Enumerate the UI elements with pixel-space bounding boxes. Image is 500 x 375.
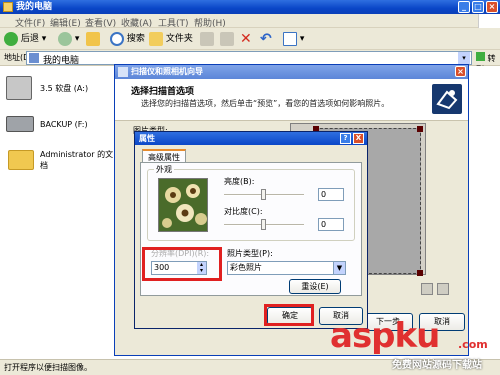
back-button[interactable]: 后退 ▾ xyxy=(4,31,46,47)
my-computer-icon xyxy=(3,2,13,12)
wizard-close-button[interactable]: × xyxy=(455,66,466,77)
delete-button[interactable]: ✕ xyxy=(240,31,252,47)
minimize-button[interactable]: _ xyxy=(458,1,470,13)
watermark-suffix: .com xyxy=(458,338,488,351)
address-dropdown-icon[interactable]: ▾ xyxy=(458,52,470,64)
contrast-label: 对比度(C): xyxy=(224,207,263,216)
maximize-button[interactable]: □ xyxy=(472,1,484,13)
watermark-tagline: 免费网站源码下载站 xyxy=(392,360,482,371)
wizard-heading: 选择扫描首选项 xyxy=(131,87,195,97)
folders-button[interactable]: 文件夹 xyxy=(149,31,193,47)
appearance-label: 外观 xyxy=(154,164,174,175)
preview-thumbnail xyxy=(158,178,208,232)
wizard-header: 选择扫描首选项 选择您的扫描首选项，然后单击“预览”，看您的首选项如何影响照片。 xyxy=(115,79,468,121)
back-arrow-icon xyxy=(4,31,18,46)
folder-icon xyxy=(8,150,34,170)
forward-button[interactable]: ▾ xyxy=(58,31,79,47)
window-title: 我的电脑 xyxy=(16,2,53,12)
scanner-camera-logo-icon xyxy=(432,84,462,114)
window-titlebar[interactable]: 我的电脑 _ □ × xyxy=(0,0,500,14)
toolbar: 后退 ▾ ▾ 搜索 文件夹 ✕ ↶ ▾ xyxy=(0,28,500,50)
move-to-button[interactable] xyxy=(200,31,214,47)
zoom-fit-icon[interactable] xyxy=(421,283,433,295)
crop-handle[interactable] xyxy=(417,270,423,276)
photo-type-label: 照片类型(P): xyxy=(227,249,273,258)
move-to-icon xyxy=(200,31,214,46)
wizard-titlebar[interactable]: 扫描仪和照相机向导 × xyxy=(115,65,468,79)
help-button[interactable]: ? xyxy=(340,133,351,144)
contrast-input[interactable]: 0 xyxy=(318,218,344,231)
reset-button[interactable]: 重设(E) xyxy=(289,279,341,294)
undo-button[interactable]: ↶ xyxy=(260,31,272,47)
copy-to-button[interactable] xyxy=(220,31,234,47)
windows-logo-icon xyxy=(478,14,500,28)
brightness-input[interactable]: 0 xyxy=(318,188,344,201)
appearance-group: 外观 亮度(B): 0 对比度(C): 0 xyxy=(147,164,355,241)
go-arrow-icon xyxy=(476,52,485,61)
search-icon xyxy=(110,31,124,46)
menu-bar: 文件(F) 编辑(E) 查看(V) 收藏(A) 工具(T) 帮助(H) xyxy=(0,14,500,29)
hard-drive-icon xyxy=(6,116,34,132)
undo-icon: ↶ xyxy=(260,31,272,47)
properties-titlebar[interactable]: 属性 ? X xyxy=(135,132,367,145)
delete-x-icon: ✕ xyxy=(240,31,252,47)
wizard-subheading: 选择您的扫描首选项，然后单击“预览”，看您的首选项如何影响照片。 xyxy=(141,99,390,108)
zoom-full-icon[interactable] xyxy=(437,283,449,295)
contrast-slider-thumb[interactable] xyxy=(261,219,266,230)
floppy-drive-icon xyxy=(6,76,32,100)
up-folder-button[interactable] xyxy=(86,31,100,47)
photo-type-select[interactable]: 彩色照片 ▼ xyxy=(227,261,346,275)
folder-icon xyxy=(149,31,163,46)
search-button[interactable]: 搜索 xyxy=(110,31,145,47)
up-folder-icon xyxy=(86,31,100,46)
brightness-slider-thumb[interactable] xyxy=(261,189,266,200)
chevron-down-icon[interactable]: ▼ xyxy=(333,262,345,274)
properties-dialog: 属性 ? X 高级属性 外观 亮度(B): 0 对比度(C): 0 分辨率(DP… xyxy=(134,131,368,329)
ok-highlight xyxy=(264,304,314,326)
close-button[interactable]: × xyxy=(486,1,498,13)
forward-arrow-icon xyxy=(58,31,72,46)
computer-icon xyxy=(29,53,39,63)
crop-handle[interactable] xyxy=(417,126,423,132)
scanner-icon xyxy=(118,67,128,77)
views-grid-icon xyxy=(283,31,297,46)
resolution-highlight xyxy=(142,247,222,281)
tab-advanced-properties[interactable]: 高级属性 xyxy=(142,149,186,163)
watermark-brand: aspku xyxy=(330,316,440,356)
properties-close-button[interactable]: X xyxy=(353,133,364,144)
copy-to-icon xyxy=(220,31,234,46)
brightness-label: 亮度(B): xyxy=(224,177,255,186)
address-input[interactable]: 我的电脑 ▾ xyxy=(26,51,472,66)
views-button[interactable]: ▾ xyxy=(283,31,304,47)
